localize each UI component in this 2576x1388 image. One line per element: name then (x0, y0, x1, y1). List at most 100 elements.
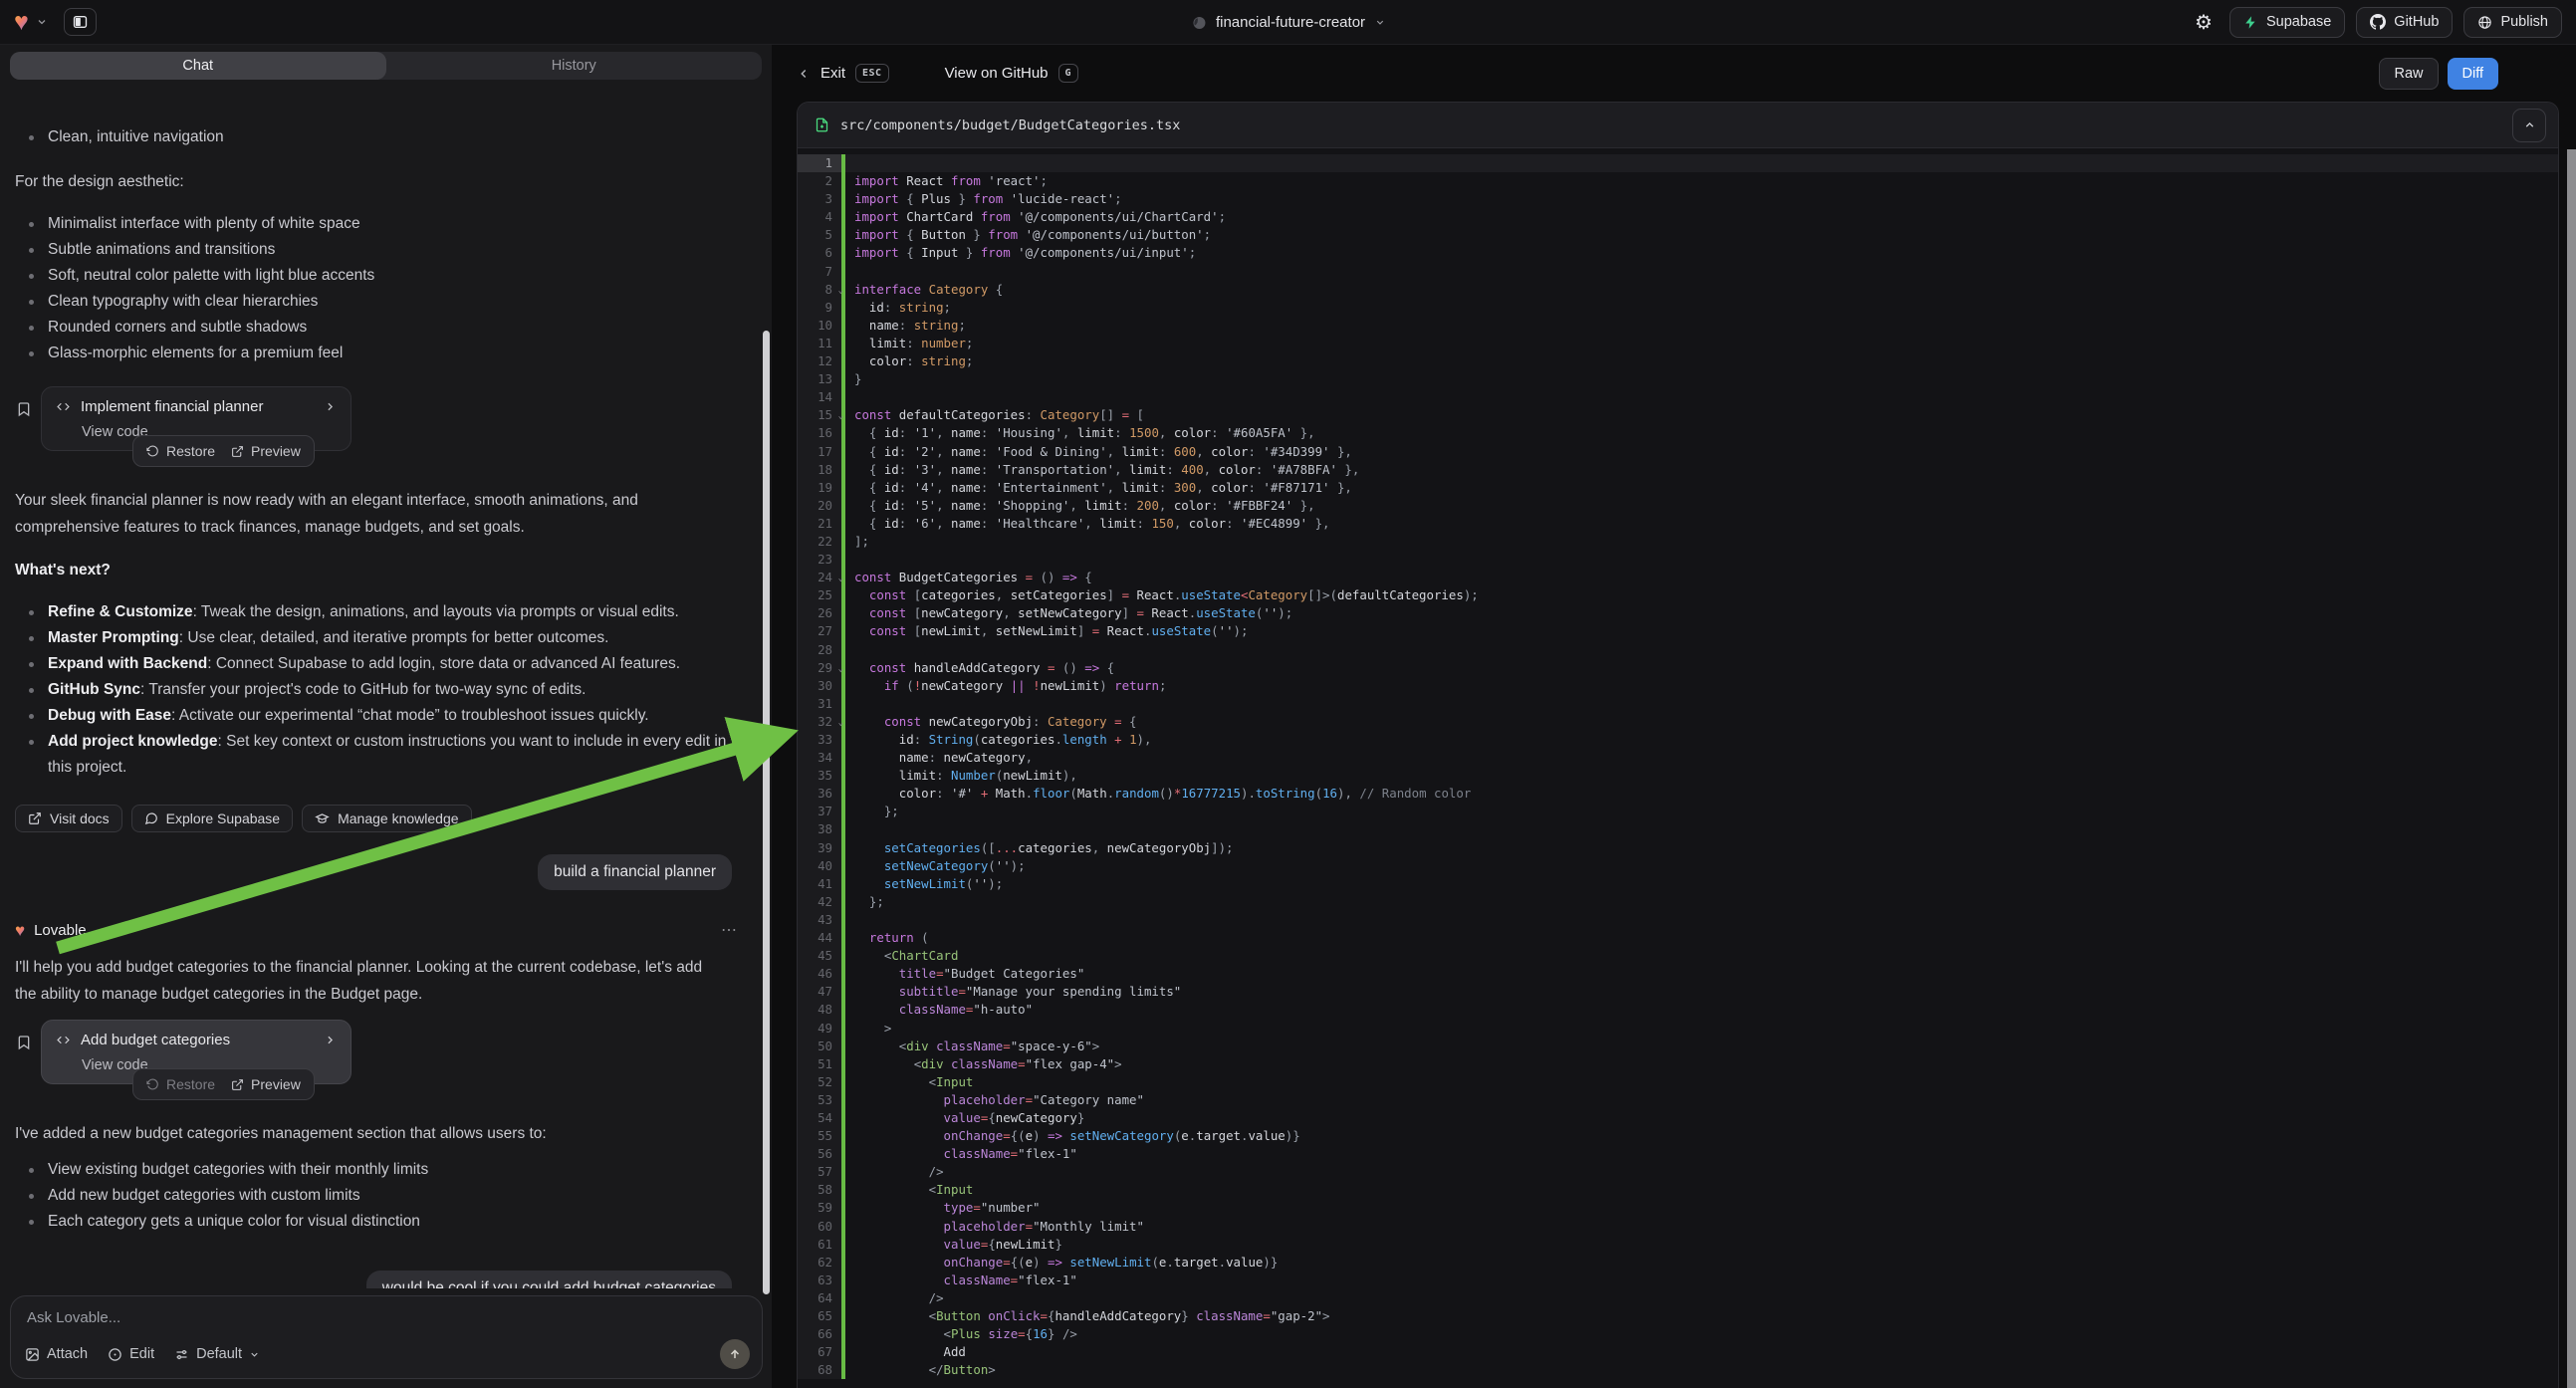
code-line: 36 color: '#' + Math.floor(Math.random()… (798, 785, 2558, 803)
code-line: 29⌄ const handleAddCategory = () => { (798, 659, 2558, 677)
code-line: 67 Add (798, 1343, 2558, 1361)
code-line: 65 <Button onClick={handleAddCategory} c… (798, 1307, 2558, 1325)
chevron-right-icon[interactable] (324, 400, 337, 413)
chip-explore-supabase[interactable]: Explore Supabase (131, 805, 293, 832)
view-on-github-button[interactable]: View on GitHub G (945, 64, 1078, 83)
model-selector[interactable]: Default (174, 1346, 260, 1362)
list-item: Expand with Backend: Connect Supabase to… (15, 651, 732, 677)
tab-history[interactable]: History (386, 52, 763, 80)
composer-input[interactable]: Ask Lovable... (27, 1309, 748, 1326)
supabase-button[interactable]: Supabase (2229, 7, 2345, 38)
bullet-text: Debug with Ease: Activate our experiment… (48, 703, 649, 729)
diff-button[interactable]: Diff (2448, 58, 2499, 90)
fold-chevron-icon[interactable]: ⌄ (838, 714, 843, 732)
code-line: 17 { id: '2', name: 'Food & Dining', lim… (798, 443, 2558, 461)
code-line: 39 setCategories([...categories, newCate… (798, 839, 2558, 857)
restore-button[interactable]: Restore (146, 443, 215, 459)
preview-button[interactable]: Preview (231, 1076, 301, 1092)
code-line: 59 type="number" (798, 1199, 2558, 1217)
card-hover-toolbar: Restore Preview (132, 435, 315, 467)
window-scrollbar-thumb[interactable] (2567, 149, 2576, 1388)
added-bullet-list: View existing budget categories with the… (15, 1157, 746, 1235)
list-item: Minimalist interface with plenty of whit… (15, 211, 746, 237)
code-line: 7 (798, 263, 2558, 281)
fold-chevron-icon[interactable]: ⌄ (838, 660, 843, 678)
code-line: 41 setNewLimit(''); (798, 875, 2558, 893)
file-path-bar[interactable]: src/components/budget/BudgetCategories.t… (798, 103, 2558, 148)
send-button[interactable] (720, 1339, 750, 1369)
chevron-right-icon[interactable] (324, 1034, 337, 1046)
code-line: 50 <div className="space-y-6"> (798, 1038, 2558, 1055)
bullet-dot (29, 1220, 34, 1225)
list-item: Rounded corners and subtle shadows (15, 315, 746, 341)
code-line: 48 className="h-auto" (798, 1001, 2558, 1019)
fold-chevron-icon[interactable]: ⌄ (838, 570, 843, 587)
chevron-left-icon (797, 67, 811, 81)
sidebar-toggle-button[interactable] (64, 8, 97, 36)
project-switcher[interactable]: financial-future-creator (1191, 0, 1385, 45)
chat-bubble-icon (144, 811, 158, 825)
code-line: 32⌄ const newCategoryObj: Category = { (798, 713, 2558, 731)
bullet-dot (29, 714, 34, 719)
code-line: 43 (798, 911, 2558, 929)
raw-button[interactable]: Raw (2379, 58, 2438, 90)
code-line: 68 </Button> (798, 1361, 2558, 1379)
restore-button[interactable]: Restore (146, 1076, 215, 1092)
project-name: financial-future-creator (1216, 14, 1365, 31)
code-line: 10 name: string; (798, 317, 2558, 335)
tab-chat[interactable]: Chat (10, 52, 386, 80)
bullet-dot (29, 1168, 34, 1173)
bullet-dot (29, 326, 34, 331)
code-line: 11 limit: number; (798, 335, 2558, 352)
restore-icon (146, 1078, 159, 1091)
code-line: 35 limit: Number(newLimit), (798, 767, 2558, 785)
arrow-up-icon (728, 1347, 742, 1361)
quick-action-chips: Visit docs Explore Supabase Manage knowled… (15, 805, 746, 832)
code-line: 61 value={newLimit} (798, 1236, 2558, 1254)
user-message-bubble: would be cool if you could add budget ca… (366, 1271, 732, 1288)
fold-chevron-icon[interactable]: ⌄ (838, 282, 843, 300)
code-line: 24⌄const BudgetCategories = () => { (798, 569, 2558, 586)
list-item: Add project knowledge: Set key context o… (15, 729, 732, 781)
chat-scroll-area[interactable]: Clean, intuitive navigation For the desi… (0, 122, 772, 1288)
whats-next-list: Refine & Customize: Tweak the design, an… (15, 599, 732, 781)
edit-mode-button[interactable]: Edit (108, 1346, 154, 1362)
message-options-ellipsis-icon[interactable]: ⋯ (721, 920, 738, 940)
topbar: ♥ financial-future-creator ⚙ Supabase (0, 0, 2576, 45)
publish-button[interactable]: Publish (2463, 7, 2562, 38)
target-icon (108, 1347, 122, 1362)
bullet-dot (29, 248, 34, 253)
code-line: 52 <Input (798, 1073, 2558, 1091)
bullet-dot (29, 300, 34, 305)
code-line: 44 return ( (798, 929, 2558, 947)
code-line: 15⌄const defaultCategories: Category[] =… (798, 406, 2558, 424)
code-editor[interactable]: 12import React from 'react';3import { Pl… (798, 148, 2558, 1379)
bullet-text: Refine & Customize: Tweak the design, an… (48, 599, 679, 625)
collapse-file-button[interactable] (2512, 109, 2546, 142)
code-line: 66 <Plus size={16} /> (798, 1325, 2558, 1343)
image-attach-icon (25, 1347, 40, 1362)
code-line: 25 const [categories, setCategories] = R… (798, 586, 2558, 604)
bookmark-icon[interactable] (16, 1034, 32, 1051)
settings-gear-icon[interactable]: ⚙ (2189, 10, 2219, 35)
code-line: 14 (798, 388, 2558, 406)
bullet-text: Minimalist interface with plenty of whit… (48, 211, 360, 237)
lovable-logo-heart-icon[interactable]: ♥ (14, 10, 29, 35)
bookmark-icon[interactable] (16, 400, 32, 418)
aesthetic-heading: For the design aesthetic: (15, 168, 712, 195)
chip-manage-knowledge[interactable]: Manage knowledge (302, 805, 471, 832)
logo-chevron-down-icon[interactable] (36, 16, 48, 28)
exit-button[interactable]: Exit ESC (797, 64, 889, 83)
bullet-dot (29, 351, 34, 356)
code-line: 46 title="Budget Categories" (798, 965, 2558, 983)
attach-button[interactable]: Attach (25, 1346, 88, 1362)
code-icon (56, 1034, 71, 1046)
chat-scrollbar-thumb[interactable] (763, 331, 770, 1294)
preview-button[interactable]: Preview (231, 443, 301, 459)
fold-chevron-icon[interactable]: ⌄ (838, 407, 843, 425)
github-button[interactable]: GitHub (2356, 7, 2453, 38)
bullet-text: View existing budget categories with the… (48, 1157, 428, 1183)
chat-composer[interactable]: Ask Lovable... Attach Edit Default (10, 1295, 763, 1379)
code-line: 40 setNewCategory(''); (798, 857, 2558, 875)
chip-visit-docs[interactable]: Visit docs (15, 805, 122, 832)
